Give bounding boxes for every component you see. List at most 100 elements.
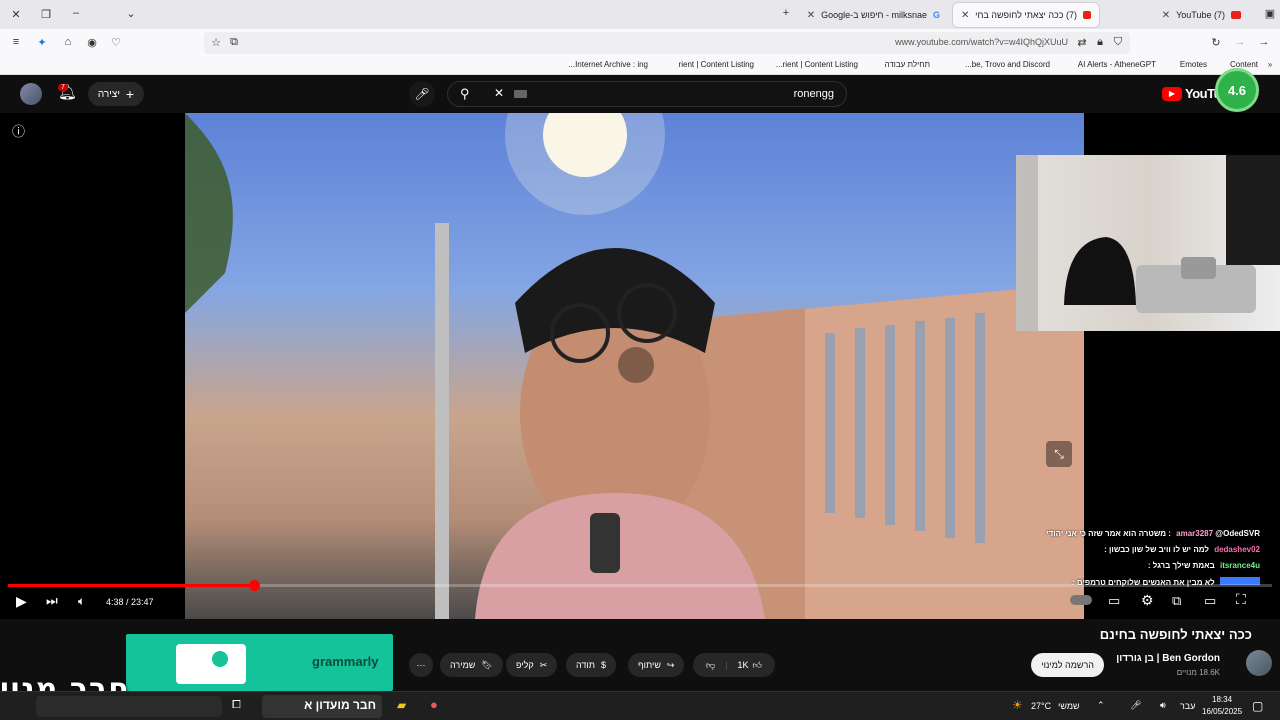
tab-list-icon[interactable]: ⌄: [123, 7, 139, 20]
bookmark-star-icon[interactable]: ☆: [208, 36, 224, 49]
fullscreen-icon[interactable]: ⛶: [1236, 591, 1246, 608]
clear-search-icon[interactable]: ✕: [494, 86, 504, 100]
share-icon: ↪: [666, 659, 675, 670]
channel-name[interactable]: Ben Gordon | בן גורדון: [1116, 653, 1220, 664]
save-button[interactable]: 🔖︎ שמירה: [440, 653, 503, 677]
channel-avatar[interactable]: [1246, 650, 1272, 676]
scissors-icon: ✂: [539, 659, 548, 670]
volume-icon[interactable]: 🔈︎: [78, 594, 85, 609]
tab-youtube-home[interactable]: (7) YouTube ✕: [1103, 3, 1249, 27]
url-text: www.youtube.com/watch?v=w4IQhQjXUuU: [895, 37, 1068, 47]
file-explorer-icon[interactable]: ▰: [397, 698, 406, 712]
taskbar: ⧠ חבר מועדון א ▰ ● ☀ 27°C שמשי ⌃ 🎤︎ 🔊︎ ע…: [0, 691, 1280, 720]
progress-fill: [8, 584, 255, 587]
reload-icon[interactable]: ↻: [1208, 36, 1224, 49]
bookmark-ai-alerts[interactable]: AI Alerts - AtheneGPT: [1078, 60, 1156, 69]
play-icon[interactable]: ▶: [16, 593, 27, 610]
thumbs-down-icon: 👎︎: [706, 659, 716, 670]
bookmark-start-work[interactable]: תחילת עבודה: [885, 60, 930, 69]
account-icon[interactable]: ◉: [84, 36, 100, 49]
address-bar[interactable]: ☆ ⧉ www.youtube.com/watch?v=w4IQhQjXUuU …: [204, 32, 1130, 54]
tab-close-icon[interactable]: ✕: [807, 10, 815, 21]
share-button[interactable]: ↪ שיתוף: [628, 653, 685, 677]
clock-time: 18:34: [1212, 695, 1233, 704]
permissions-icon[interactable]: ⇄: [1074, 36, 1090, 49]
back-icon[interactable]: →: [1256, 36, 1272, 48]
taskbar-search[interactable]: [36, 696, 222, 717]
tab-bar: ✕ ❐ – ⌄ + G milksnae - חיפוש ב-Google ✕ …: [0, 0, 1280, 29]
tab-video-active[interactable]: (7) ככה יצאתי לחופשה בחינם - ... ✕: [953, 3, 1099, 27]
more-bookmarks-icon[interactable]: »: [1262, 60, 1278, 69]
subtitles-icon[interactable]: ▭: [1108, 593, 1120, 609]
subscribe-button[interactable]: הרשמה למינוי: [1031, 653, 1104, 677]
video-title: ככה יצאתי לחופשה בחינם: [1099, 627, 1252, 642]
video-info: ככה יצאתי לחופשה בחינם Ben Gordon | בן ג…: [0, 619, 1280, 691]
lamp-post-shape: [435, 223, 449, 619]
tab-close-icon[interactable]: ✕: [961, 10, 969, 21]
mic-tray-icon[interactable]: 🎤︎: [1130, 700, 1141, 711]
tray-chevron-icon[interactable]: ⌃: [1097, 700, 1105, 711]
create-label: יצירה: [97, 88, 120, 100]
speaker-icon[interactable]: 🔊︎: [1160, 700, 1166, 711]
shield-icon[interactable]: ⛉: [1110, 36, 1126, 49]
chat-message: itsrance4u באמת שילך ברגל :: [1148, 561, 1260, 570]
exit-miniplayer-icon[interactable]: ⤡: [1046, 441, 1072, 467]
search-input[interactable]: ⚲ ✕ ronengg: [447, 81, 847, 107]
voice-search-button[interactable]: 🎤︎: [409, 81, 435, 107]
chat-user: amar3287: [1176, 529, 1214, 538]
youtube-header: 🔔︎ 7 + יצירה 🎤︎ ⚲ ✕ ronengg ▶ YouTube: [0, 75, 1280, 113]
google-favicon-icon: G: [932, 10, 940, 20]
divider: |: [725, 660, 728, 670]
notifications-icon[interactable]: ▢: [1252, 699, 1263, 713]
video-player[interactable]: ⓘ ⤡ amar3287 @OdedSVR : משטרה הוא אמר שז…: [0, 113, 1280, 619]
close-window-icon[interactable]: ✕: [8, 8, 24, 21]
restore-window-icon[interactable]: ❐: [38, 8, 54, 21]
progress-bar[interactable]: [8, 580, 1272, 591]
extension-icon[interactable]: ✦: [34, 36, 50, 49]
clip-button[interactable]: ✂ קליפ: [506, 653, 558, 677]
miniplayer-icon[interactable]: ⧉: [1172, 593, 1181, 609]
create-button[interactable]: + יצירה: [88, 82, 144, 106]
forward-icon[interactable]: →: [1232, 36, 1248, 48]
bookmark-content-listing-1[interactable]: rient | Content Listing...: [776, 60, 858, 69]
task-view-icon[interactable]: ⧠: [232, 699, 241, 712]
search-query: ronengg: [793, 88, 834, 100]
lock-icon[interactable]: 🔒︎: [1092, 36, 1108, 49]
search-icon[interactable]: ⚲: [460, 86, 470, 102]
bookmark-emotes[interactable]: Emotes: [1180, 60, 1207, 69]
bookmark-trovo[interactable]: be, Trovo and Discord...: [965, 60, 1050, 69]
info-icon[interactable]: ⓘ: [12, 121, 25, 140]
browser-icon[interactable]: ●: [430, 697, 438, 712]
more-actions-button[interactable]: ⋯: [409, 653, 433, 677]
settings-gear-icon[interactable]: ⚙: [1141, 592, 1154, 609]
youtube-favicon-icon: [1231, 11, 1241, 19]
weather-desc: שמשי: [1058, 701, 1080, 711]
tab-close-icon[interactable]: ✕: [1162, 10, 1170, 21]
bookmark-internet-archive[interactable]: Internet Archive : ing...: [568, 60, 648, 69]
extensions-icon[interactable]: ⌂: [60, 36, 76, 48]
minimize-window-icon[interactable]: –: [68, 7, 84, 19]
autoplay-toggle[interactable]: [1070, 595, 1092, 605]
bookmark-content-listing-2[interactable]: rient | Content Listing: [679, 60, 754, 69]
taskbar-app-button[interactable]: חבר מועדון א: [262, 695, 382, 718]
language-indicator[interactable]: עבר: [1180, 701, 1195, 711]
new-tab-icon[interactable]: +: [778, 7, 794, 19]
dislike-button[interactable]: 👎︎: [706, 660, 715, 671]
like-button[interactable]: 👍︎ 1K: [738, 660, 762, 671]
pocket-icon[interactable]: ♡: [108, 36, 124, 49]
tab-google-search[interactable]: G milksnae - חיפוש ב-Google ✕: [800, 3, 948, 27]
menu-icon[interactable]: ≡: [8, 36, 24, 48]
theater-mode-icon[interactable]: ▭: [1204, 593, 1216, 609]
next-icon[interactable]: ⏭: [46, 593, 58, 609]
thanks-icon: $: [600, 660, 606, 670]
weather-temp: 27°C: [1031, 701, 1052, 711]
avatar[interactable]: [20, 83, 42, 105]
chat-user: itsrance4u: [1219, 561, 1260, 570]
ad-banner[interactable]: grammarly: [126, 634, 393, 691]
tab-sidebar-icon[interactable]: ▣: [1262, 7, 1278, 20]
tab-title: milksnae - חיפוש ב-Google: [821, 10, 927, 20]
reader-view-icon[interactable]: ⧉: [226, 36, 242, 49]
keyboard-icon[interactable]: [514, 90, 527, 98]
notification-count-badge: 7: [58, 84, 68, 91]
thanks-button[interactable]: $ תודה: [566, 653, 616, 677]
